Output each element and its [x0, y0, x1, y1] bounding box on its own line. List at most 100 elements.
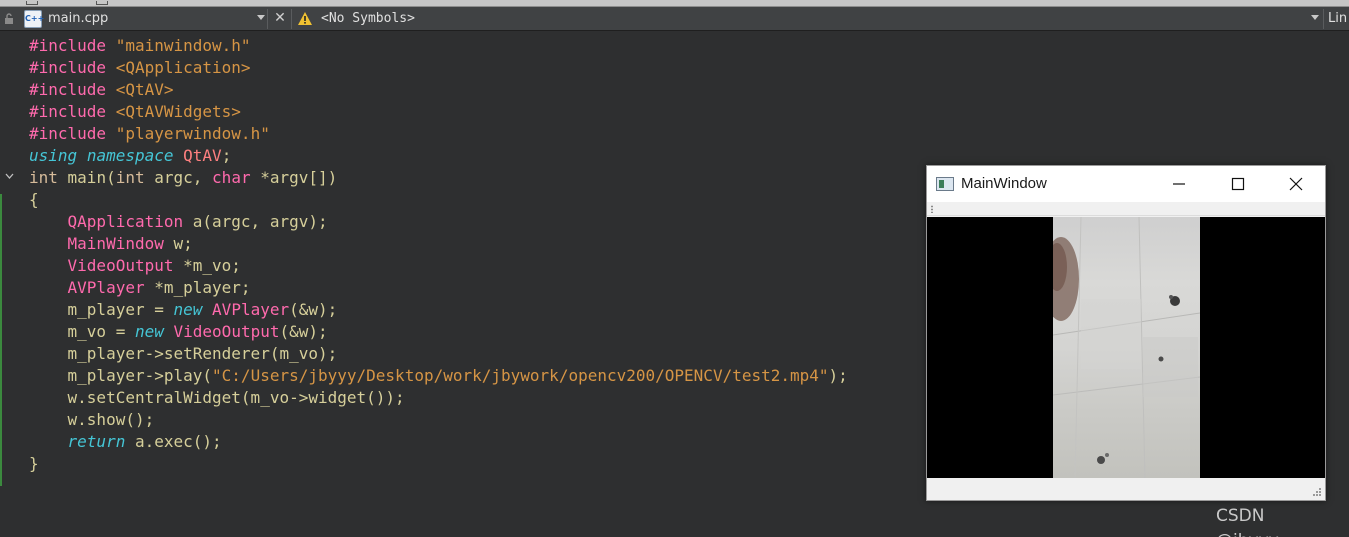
code-line[interactable]: #include <QtAV> — [29, 79, 848, 101]
code-line[interactable]: w.setCentralWidget(m_vo->widget()); — [29, 387, 848, 409]
toolbar-divider — [267, 9, 268, 29]
code-token: #include — [29, 36, 116, 55]
code-token: w.show(); — [29, 410, 155, 429]
code-token: <QApplication> — [115, 58, 251, 77]
code-token: using — [29, 146, 78, 165]
code-token: "mainwindow.h" — [115, 36, 251, 55]
code-token: w.setCentralWidget(m_vo->widget()); — [29, 388, 405, 407]
code-token: #include — [29, 80, 116, 99]
code-token: (&w); — [279, 322, 328, 341]
editor-gutter — [0, 32, 24, 537]
code-line[interactable]: #include "playerwindow.h" — [29, 123, 848, 145]
code-line[interactable]: MainWindow w; — [29, 233, 848, 255]
code-token: a.exec(); — [125, 432, 222, 451]
code-token: QApplication — [67, 212, 184, 231]
code-token: new — [134, 322, 164, 341]
document-file-name[interactable]: main.cpp — [48, 11, 108, 26]
code-token: *m_vo; — [173, 256, 241, 275]
symbols-selector[interactable]: <No Symbols> — [321, 11, 415, 26]
code-line[interactable]: VideoOutput *m_vo; — [29, 255, 848, 277]
code-token: main( — [57, 168, 116, 187]
maximize-icon[interactable] — [1208, 166, 1266, 202]
code-token: #include — [29, 102, 116, 121]
code-token: m_player->setRenderer(m_vo); — [29, 344, 338, 363]
code-line[interactable]: QApplication a(argc, argv); — [29, 211, 848, 233]
close-icon[interactable]: ✕ — [273, 9, 287, 27]
code-line[interactable]: } — [29, 453, 848, 475]
window-statusbar — [927, 478, 1325, 500]
video-frame-image — [1053, 217, 1200, 478]
code-line[interactable]: m_vo = new VideoOutput(&w); — [29, 321, 848, 343]
menu-edge-mark — [96, 1, 108, 5]
code-token: int — [29, 168, 58, 187]
window-titlebar[interactable]: MainWindow — [927, 166, 1325, 202]
code-line[interactable]: m_player->setRenderer(m_vo); — [29, 343, 848, 365]
code-token: "playerwindow.h" — [115, 124, 270, 143]
code-line[interactable]: using namespace QtAV; — [29, 145, 848, 167]
code-token: m_vo = — [29, 322, 135, 341]
chevron-down-icon[interactable] — [1311, 15, 1319, 20]
code-token: char — [212, 168, 251, 187]
code-token: AVPlayer — [212, 300, 290, 319]
toolbar-divider — [291, 9, 292, 29]
menu-bar-strip — [0, 0, 1349, 7]
code-token: m_player = — [29, 300, 174, 319]
code-line[interactable]: m_player = new AVPlayer(&w); — [29, 299, 848, 321]
code-token: w; — [163, 234, 193, 253]
window-title: MainWindow — [961, 175, 1047, 192]
code-line[interactable]: m_player->play("C:/Users/jbyyy/Desktop/w… — [29, 365, 848, 387]
code-token: AVPlayer — [67, 278, 145, 297]
code-token: VideoOutput — [67, 256, 174, 275]
code-line[interactable]: w.show(); — [29, 409, 848, 431]
code-token: "C:/Users/jbyyy/Desktop/work/jbywork/ope… — [212, 366, 829, 385]
close-icon[interactable] — [1267, 166, 1325, 202]
video-output[interactable] — [927, 217, 1325, 478]
watermark: CSDN @jbyyy、 — [1216, 506, 1296, 537]
menu-edge-mark — [26, 1, 38, 5]
code-line[interactable]: return a.exec(); — [29, 431, 848, 453]
main-window[interactable]: MainWindow — [926, 165, 1326, 501]
code-token: new — [173, 300, 203, 319]
code-line[interactable]: { — [29, 189, 848, 211]
code-token: *m_player; — [144, 278, 251, 297]
editor-toolbar: C++ main.cpp ✕ <No Symbols> Lin — [0, 7, 1349, 31]
code-token: } — [29, 454, 39, 473]
code-editor[interactable]: #include "mainwindow.h" #include <QApplic… — [29, 35, 848, 475]
code-token: ); — [828, 366, 848, 385]
code-token: namespace — [86, 146, 174, 165]
code-token: return — [67, 432, 126, 451]
code-line[interactable]: #include <QApplication> — [29, 57, 848, 79]
lock-icon[interactable] — [4, 13, 14, 24]
code-line[interactable]: #include <QtAVWidgets> — [29, 101, 848, 123]
code-token: MainWindow — [67, 234, 164, 253]
toolbar-grip-icon[interactable] — [931, 205, 933, 213]
code-token: { — [29, 190, 39, 209]
code-token: m_player->play( — [29, 366, 213, 385]
resize-grip-icon[interactable] — [1312, 487, 1322, 497]
code-line[interactable]: int main(int argc, char *argv[]) — [29, 167, 848, 189]
code-line[interactable]: #include "mainwindow.h" — [29, 35, 848, 57]
code-token: int — [115, 168, 145, 187]
toolbar-divider — [1323, 9, 1324, 29]
code-line[interactable]: AVPlayer *m_player; — [29, 277, 848, 299]
fold-chevron-icon[interactable] — [5, 172, 14, 181]
chevron-down-icon[interactable] — [257, 15, 265, 20]
code-token: #include — [29, 124, 116, 143]
code-token: VideoOutput — [173, 322, 280, 341]
code-token: <QtAV> — [115, 80, 174, 99]
minimize-icon[interactable] — [1150, 166, 1208, 202]
app-icon — [936, 177, 954, 191]
modified-lines-bar — [0, 194, 2, 486]
line-column-indicator[interactable]: Lin — [1328, 11, 1347, 26]
code-token: QtAV — [183, 146, 222, 165]
code-token: (&w); — [289, 300, 338, 319]
code-token: argc, — [144, 168, 213, 187]
